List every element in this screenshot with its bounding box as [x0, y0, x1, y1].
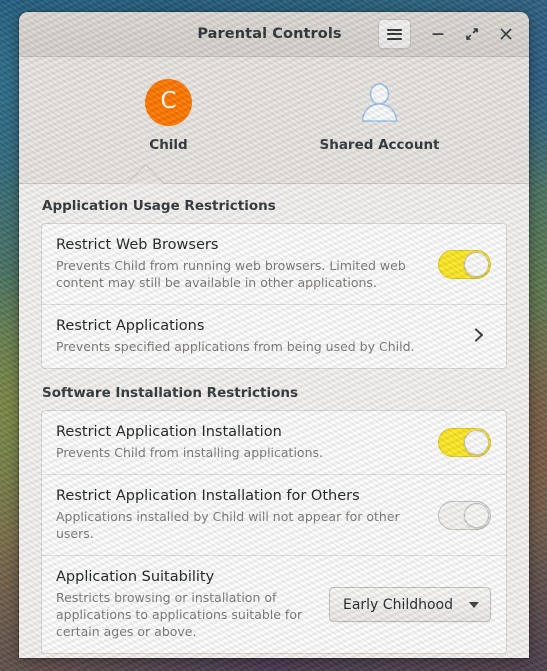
user-label-shared-account: Shared Account — [319, 137, 440, 153]
selected-user-pointer — [127, 165, 165, 184]
row-control — [438, 249, 491, 279]
dropdown-application-suitability[interactable]: Early Childhood — [328, 587, 491, 622]
row-description: Restricts browsing or installation of ap… — [56, 590, 303, 639]
maximize-restore-icon — [466, 28, 478, 40]
chevron-right-icon[interactable] — [470, 326, 491, 348]
section-card-usage: Restrict Web Browsers Prevents Child fro… — [41, 223, 507, 369]
minimize-button[interactable] — [422, 18, 454, 50]
row-title: Application Suitability — [56, 569, 215, 585]
close-button[interactable] — [490, 18, 522, 50]
row-description: Prevents specified applications from bei… — [56, 339, 415, 354]
toggle-restrict-web-browsers[interactable] — [438, 249, 491, 279]
row-restrict-web-browsers[interactable]: Restrict Web Browsers Prevents Child fro… — [42, 224, 506, 304]
row-text: Application Suitability Restricts browsi… — [56, 569, 319, 640]
dropdown-value: Early Childhood — [342, 596, 453, 613]
chevron-down-icon — [469, 601, 479, 608]
hamburger-menu-icon — [387, 26, 402, 42]
user-list: C Child Shared Account — [19, 79, 529, 153]
row-text: Restrict Applications Prevents specified… — [56, 318, 460, 355]
row-description: Prevents Child from running web browsers… — [56, 258, 406, 290]
toggle-restrict-application-installation-for-others[interactable] — [438, 500, 491, 530]
row-control — [438, 428, 491, 457]
row-title: Restrict Application Installation for Ot… — [56, 488, 360, 504]
row-description: Applications installed by Child will not… — [56, 509, 400, 541]
row-control: Early Childhood — [328, 587, 491, 622]
window-controls — [378, 18, 522, 50]
user-item-child[interactable]: C Child — [94, 79, 244, 153]
row-control — [470, 326, 491, 348]
hamburger-menu-button[interactable] — [378, 19, 411, 49]
toggle-knob — [464, 251, 489, 277]
maximize-button[interactable] — [456, 18, 488, 50]
user-selector-panel: C Child Shared Account — [19, 57, 529, 184]
row-title: Restrict Web Browsers — [56, 237, 219, 253]
settings-content: Application Usage Restrictions Restrict … — [19, 184, 529, 658]
user-item-shared-account[interactable]: Shared Account — [305, 79, 455, 153]
row-description: Prevents Child from installing applicati… — [56, 445, 323, 460]
parental-controls-window: Parental Controls C Child Shared Account… — [19, 12, 529, 658]
window-titlebar[interactable]: Parental Controls — [19, 12, 529, 57]
minimize-icon — [432, 33, 444, 35]
row-title: Restrict Application Installation — [56, 424, 282, 440]
user-label-child: Child — [149, 137, 188, 153]
row-control — [438, 500, 491, 530]
desktop-background: Parental Controls C Child Shared Account… — [0, 0, 547, 671]
row-restrict-application-installation-for-others[interactable]: Restrict Application Installation for Ot… — [42, 474, 506, 555]
avatar-child: C — [145, 79, 192, 126]
row-text: Restrict Application Installation Preven… — [56, 424, 428, 461]
section-title-software-installation: Software Installation Restrictions — [42, 385, 299, 401]
window-title: Parental Controls — [197, 26, 342, 42]
close-icon — [500, 28, 512, 40]
section-title-usage: Application Usage Restrictions — [42, 198, 276, 214]
section-card-software-installation: Restrict Application Installation Preven… — [41, 410, 507, 654]
row-text: Restrict Application Installation for Ot… — [56, 488, 428, 542]
avatar-shared-account — [356, 79, 403, 126]
toggle-knob — [464, 430, 489, 455]
row-title: Restrict Applications — [56, 318, 205, 334]
person-icon — [361, 83, 398, 122]
row-application-suitability[interactable]: Application Suitability Restricts browsi… — [42, 555, 506, 653]
toggle-knob — [464, 502, 489, 528]
row-restrict-applications[interactable]: Restrict Applications Prevents specified… — [42, 304, 506, 368]
row-restrict-application-installation[interactable]: Restrict Application Installation Preven… — [42, 411, 506, 474]
row-text: Restrict Web Browsers Prevents Child fro… — [56, 237, 428, 291]
toggle-restrict-application-installation[interactable] — [438, 428, 491, 457]
